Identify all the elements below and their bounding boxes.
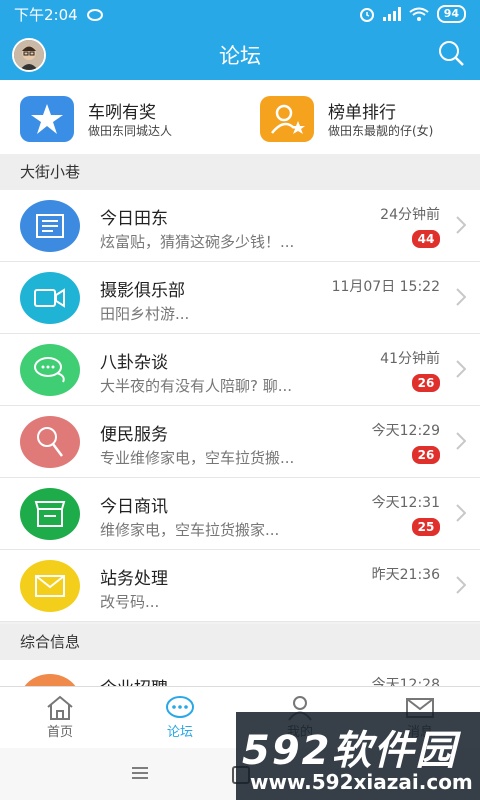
item-preview: 维修家电，空车拉货搬家... [100, 521, 280, 539]
item-title: 八卦杂谈 [100, 353, 168, 373]
item-time: 昨天21:36 [371, 567, 440, 583]
unread-badge: 25 [412, 518, 440, 536]
status-time: 下午2:04 [14, 5, 78, 24]
feature-title: 车咧有奖 [88, 103, 156, 123]
item-title: 今日田东 [100, 209, 168, 229]
magnifier-icon [20, 416, 80, 468]
list-item[interactable]: 便民服务 专业维修家电，空车拉货搬... 今天12:29 26 [0, 406, 480, 478]
item-time: 41分钟前 [380, 351, 440, 367]
chevron-right-icon [456, 216, 466, 234]
tab-label: 首页 [46, 725, 73, 740]
item-time: 今天12:29 [371, 423, 440, 439]
item-title: 摄影俱乐部 [100, 281, 185, 301]
newspaper-icon [20, 200, 80, 252]
feature-subtitle: 做田东最靓的仔(女) [328, 124, 434, 138]
chevron-right-icon [456, 288, 466, 306]
tab-forum[interactable]: 论坛 [120, 687, 240, 749]
page-title: 论坛 [219, 44, 261, 68]
item-time: 11月07日 15:22 [331, 279, 440, 295]
section-header: 大街小巷 [0, 154, 480, 190]
signal-icon [382, 7, 401, 21]
item-preview: 田阳乡村游... [100, 305, 190, 323]
menu-icon[interactable] [132, 766, 148, 780]
item-preview: 炫富贴，猜猜这碗多少钱！... [100, 233, 295, 251]
item-preview: 专业维修家电，空车拉货搬... [100, 449, 295, 467]
item-title: 站务处理 [100, 569, 168, 589]
status-icons: 94 [359, 5, 466, 23]
video-camera-icon [20, 272, 80, 324]
feature-bar: 车咧有奖 做田东同城达人 榜单排行 做田东最靓的仔(女) [0, 80, 480, 154]
search-button[interactable] [436, 38, 466, 68]
star-icon [20, 96, 74, 142]
item-title: 今日商讯 [100, 497, 168, 517]
list-item[interactable]: 八卦杂谈 大半夜的有没有人陪聊? 聊... 41分钟前 26 [0, 334, 480, 406]
watermark-brand: 592软件园 [242, 728, 458, 774]
search-icon [439, 41, 464, 66]
unread-badge: 26 [412, 446, 440, 464]
list-item[interactable]: 站务处理 改号码... 昨天21:36 [0, 550, 480, 622]
chat-icon [20, 344, 80, 396]
list-item[interactable]: 今日田东 炫富贴，猜猜这碗多少钱！... 24分钟前 44 [0, 190, 480, 262]
feature-title: 榜单排行 [328, 103, 396, 123]
person-star-icon [260, 96, 314, 142]
cloud-icon [86, 9, 103, 21]
tab-label: 论坛 [166, 725, 193, 740]
status-bar: 下午2:04 94 [0, 0, 480, 28]
item-preview: 改号码... [100, 593, 160, 611]
chevron-right-icon [456, 504, 466, 522]
item-title: 便民服务 [100, 425, 168, 445]
item-time: 今天12:31 [371, 495, 440, 511]
feature-rewards[interactable]: 车咧有奖 做田东同城达人 [0, 80, 240, 154]
unread-badge: 26 [412, 374, 440, 392]
item-preview: 大半夜的有没有人陪聊? 聊... [100, 377, 293, 395]
forum-icon [166, 696, 194, 718]
feature-ranking[interactable]: 榜单排行 做田东最靓的仔(女) [240, 80, 480, 154]
list-item[interactable]: 今日商讯 维修家电，空车拉货搬家... 今天12:31 25 [0, 478, 480, 550]
chevron-right-icon [456, 576, 466, 594]
watermark: 592软件园 www.592xiazai.com [236, 712, 480, 800]
tab-home[interactable]: 首页 [0, 687, 120, 749]
chevron-right-icon [456, 432, 466, 450]
list-item[interactable]: 摄影俱乐部 田阳乡村游... 11月07日 15:22 [0, 262, 480, 334]
envelope-icon [20, 560, 80, 612]
unread-badge: 44 [412, 230, 440, 248]
watermark-url: www.592xiazai.com [250, 770, 473, 794]
wifi-icon [409, 7, 429, 21]
alarm-icon [359, 8, 374, 22]
item-time: 24分钟前 [380, 207, 440, 223]
section-header: 综合信息 [0, 624, 480, 660]
forum-list: 今日田东 炫富贴，猜猜这碗多少钱！... 24分钟前 44 摄影俱乐部 田阳乡村… [0, 190, 480, 622]
chevron-right-icon [456, 360, 466, 378]
home-icon [47, 695, 73, 720]
store-icon [20, 488, 80, 540]
app-header: 论坛 [0, 28, 480, 80]
feature-subtitle: 做田东同城达人 [88, 124, 173, 138]
battery-indicator: 94 [436, 5, 466, 23]
